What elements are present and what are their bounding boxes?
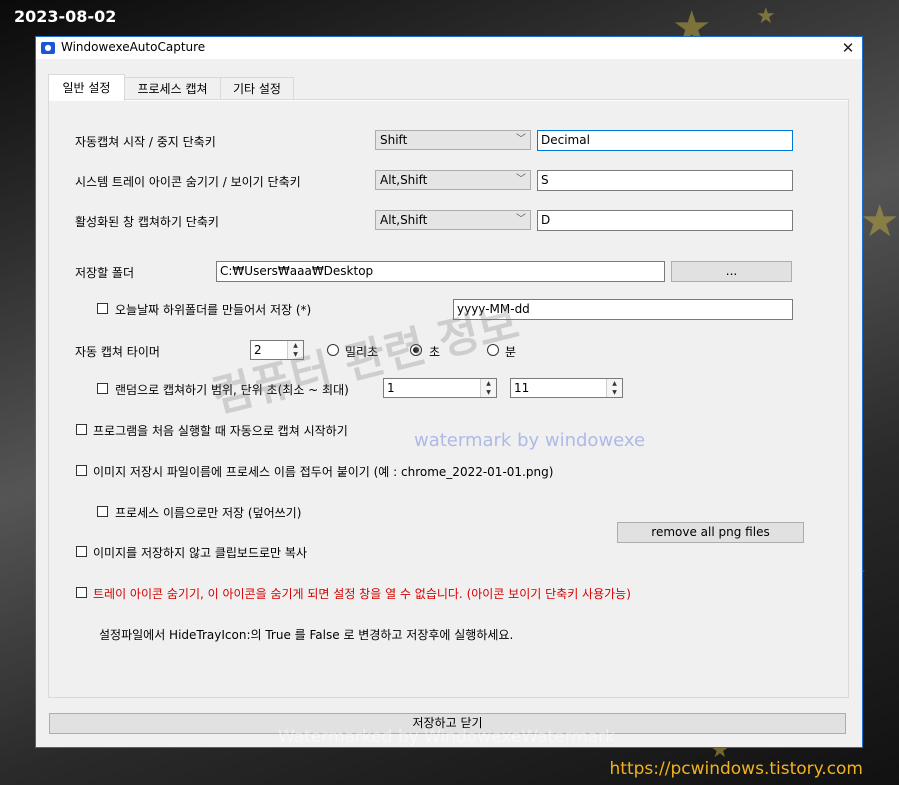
arrow-up-icon[interactable]: ▲ xyxy=(481,379,496,388)
app-window: ● WindowexeAutoCapture ✕ 일반 설정 프로세스 캡쳐 기… xyxy=(35,36,863,748)
process-only-checkbox[interactable] xyxy=(97,506,108,517)
camera-icon: ● xyxy=(41,42,55,54)
key-field-tray[interactable]: S xyxy=(537,170,793,191)
unit-label-sec: 초 xyxy=(429,345,441,359)
save-folder-path[interactable]: C:₩Users₩aaa₩Desktop xyxy=(216,261,665,282)
chevron-down-icon: ﹀ xyxy=(516,174,526,185)
start-on-launch-checkbox[interactable] xyxy=(76,424,87,435)
stepper-buttons[interactable]: ▲ ▼ xyxy=(606,379,622,397)
date-subfolder-label: 오늘날짜 하위폴더를 만들어서 저장 (*) xyxy=(115,303,312,317)
hide-tray-label: 트레이 아이콘 숨기기, 이 아이콘을 숨기게 되면 설정 창을 열 수 없습니… xyxy=(93,587,631,601)
random-range-label: 랜덤으로 캡쳐하기 범위, 단위 초(최소 ~ 최대) xyxy=(115,383,349,397)
star-decoration: ★ xyxy=(756,4,776,29)
tab-other-settings[interactable]: 기타 설정 xyxy=(220,77,294,99)
process-only-label: 프로세스 이름으로만 저장 (덮어쓰기) xyxy=(115,506,302,520)
close-button[interactable]: ✕ xyxy=(834,37,862,59)
unit-label-ms: 밀리초 xyxy=(345,345,379,359)
general-settings-panel: 자동캡쳐 시작 / 중지 단축키 Shift ﹀ Decimal 시스템 트레이… xyxy=(48,99,849,698)
chevron-down-icon: ﹀ xyxy=(516,214,526,225)
arrow-down-icon[interactable]: ▼ xyxy=(288,350,303,359)
unit-label-min: 분 xyxy=(505,345,517,359)
random-max-stepper[interactable]: 11 ▲ ▼ xyxy=(510,378,623,398)
timer-stepper[interactable]: 2 ▲ ▼ xyxy=(250,340,304,360)
unit-radio-min[interactable] xyxy=(487,344,499,356)
key-field-active-window[interactable]: D xyxy=(537,210,793,231)
date-format-field[interactable]: yyyy-MM-dd xyxy=(453,299,793,320)
random-min-stepper[interactable]: 1 ▲ ▼ xyxy=(383,378,497,398)
hotkey-label-tray: 시스템 트레이 아이콘 숨기기 / 보이기 단축키 xyxy=(75,175,301,189)
timer-value: 2 xyxy=(254,343,262,357)
hide-tray-note: 설정파일에서 HideTrayIcon:의 True 를 False 로 변경하… xyxy=(99,628,514,642)
site-url: https://pcwindows.tistory.com xyxy=(609,759,863,779)
save-and-close-button[interactable]: 저장하고 닫기 xyxy=(49,713,846,734)
key-field-capture[interactable]: Decimal xyxy=(537,130,793,151)
arrow-up-icon[interactable]: ▲ xyxy=(607,379,622,388)
clipboard-only-label: 이미지를 저장하지 않고 클립보드로만 복사 xyxy=(93,546,307,560)
modifier-select-capture[interactable]: Shift ﹀ xyxy=(375,130,531,150)
clipboard-only-checkbox[interactable] xyxy=(76,546,87,557)
star-decoration: ★ xyxy=(860,196,899,247)
random-max-value: 11 xyxy=(514,381,530,395)
date-subfolder-checkbox[interactable] xyxy=(97,303,108,314)
arrow-down-icon[interactable]: ▼ xyxy=(481,388,496,397)
tab-general[interactable]: 일반 설정 xyxy=(48,74,125,101)
unit-radio-ms[interactable] xyxy=(327,344,339,356)
date-stamp: 2023-08-02 xyxy=(14,7,117,26)
modifier-select-value: Alt,Shift xyxy=(380,213,428,227)
random-range-checkbox[interactable] xyxy=(97,383,108,394)
unit-radio-sec[interactable] xyxy=(410,344,422,356)
arrow-down-icon[interactable]: ▼ xyxy=(607,388,622,397)
chevron-down-icon: ﹀ xyxy=(516,134,526,145)
tab-process-capture[interactable]: 프로세스 캡쳐 xyxy=(124,77,221,99)
window-title: WindowexeAutoCapture xyxy=(61,40,206,54)
start-on-launch-label: 프로그램을 처음 실행할 때 자동으로 캡쳐 시작하기 xyxy=(93,424,348,438)
title-bar[interactable]: ● WindowexeAutoCapture ✕ xyxy=(36,37,862,60)
modifier-select-tray[interactable]: Alt,Shift ﹀ xyxy=(375,170,531,190)
hotkey-label-active-window: 활성화된 창 캡쳐하기 단축키 xyxy=(75,215,219,229)
prefix-process-checkbox[interactable] xyxy=(76,465,87,476)
remove-png-button[interactable]: remove all png files xyxy=(617,522,804,543)
hide-tray-checkbox[interactable] xyxy=(76,587,87,598)
arrow-up-icon[interactable]: ▲ xyxy=(288,341,303,350)
browse-folder-button[interactable]: ... xyxy=(671,261,792,282)
stepper-buttons[interactable]: ▲ ▼ xyxy=(287,341,303,359)
modifier-select-value: Alt,Shift xyxy=(380,173,428,187)
prefix-process-label: 이미지 저장시 파일이름에 프로세스 이름 접두어 붙이기 (예 : chrom… xyxy=(93,465,554,479)
modifier-select-active-window[interactable]: Alt,Shift ﹀ xyxy=(375,210,531,230)
random-min-value: 1 xyxy=(387,381,395,395)
stepper-buttons[interactable]: ▲ ▼ xyxy=(480,379,496,397)
hotkey-label-capture: 자동캡쳐 시작 / 중지 단축키 xyxy=(75,135,216,149)
modifier-select-value: Shift xyxy=(380,133,408,147)
timer-label: 자동 캡쳐 타이머 xyxy=(75,345,160,359)
save-folder-label: 저장할 폴더 xyxy=(75,266,135,280)
